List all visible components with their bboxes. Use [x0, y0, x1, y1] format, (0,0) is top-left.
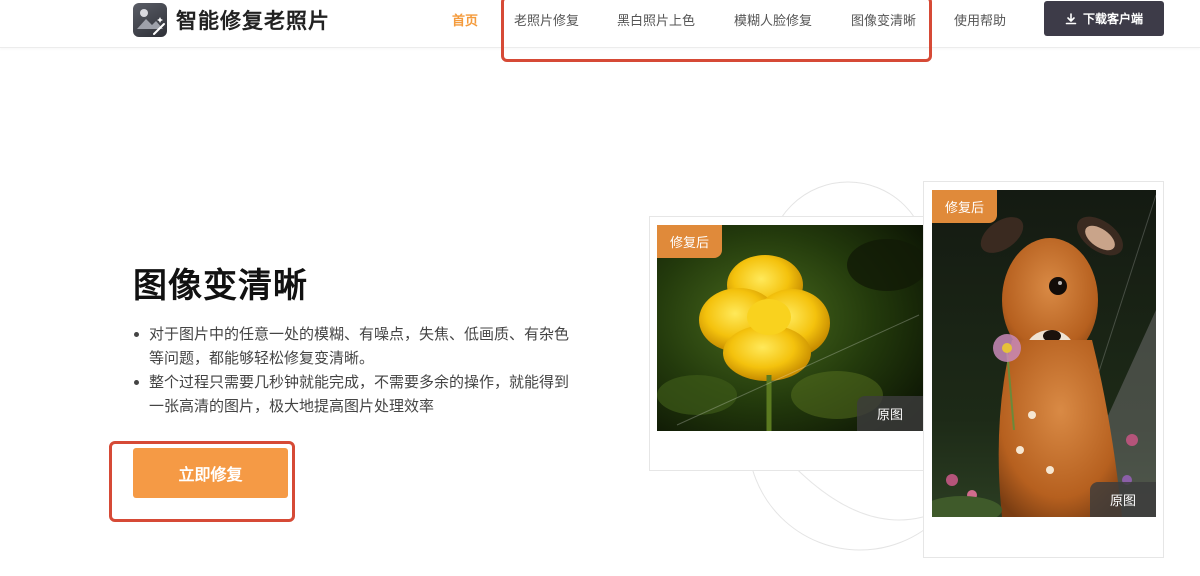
nav-bw-colorize[interactable]: 黑白照片上色: [617, 10, 695, 29]
deer-photo: 修复后 原图: [932, 190, 1156, 517]
feature-bullet: 整个过程只需要几秒钟就能完成，不需要多余的操作，就能得到一张高清的图片，极大地提…: [133, 370, 578, 418]
deer-image: [932, 190, 1156, 517]
repair-now-button[interactable]: 立即修复: [133, 448, 288, 498]
original-badge: 原图: [856, 396, 923, 431]
nav-home[interactable]: 首页: [452, 10, 478, 29]
download-icon: [1065, 12, 1077, 25]
nav-old-photo-restore[interactable]: 老照片修复: [514, 10, 579, 29]
after-repair-badge: 修复后: [932, 190, 998, 223]
nav-help[interactable]: 使用帮助: [954, 10, 1006, 29]
photo-magic-icon: [133, 3, 167, 37]
download-client-label: 下载客户端: [1082, 12, 1143, 26]
feature-bullets: 对于图片中的任意一处的模糊、有噪点，失焦、低画质、有杂色等问题，都能够轻松修复变…: [133, 322, 578, 418]
hero-title: 图像变清晰: [133, 266, 308, 306]
after-repair-badge: 修复后: [657, 225, 723, 258]
top-header: 智能修复老照片 首页 老照片修复 黑白照片上色 模糊人脸修复 图像变清晰 使用帮…: [0, 0, 1200, 48]
nav-blurry-face-restore[interactable]: 模糊人脸修复: [734, 10, 812, 29]
deer-sample-card: 修复后 原图: [923, 181, 1164, 558]
brand-name: 智能修复老照片: [176, 9, 330, 33]
nav-image-sharpen[interactable]: 图像变清晰: [851, 10, 916, 29]
flower-photo: 修复后 原图: [657, 225, 923, 431]
brand-logo[interactable]: 智能修复老照片: [133, 2, 330, 38]
feature-bullet: 对于图片中的任意一处的模糊、有噪点，失焦、低画质、有杂色等问题，都能够轻松修复变…: [133, 322, 578, 370]
flower-sample-card: 修复后 原图: [649, 216, 931, 471]
page: 智能修复老照片 首页 老照片修复 黑白照片上色 模糊人脸修复 图像变清晰 使用帮…: [0, 0, 1200, 576]
original-badge: 原图: [1089, 482, 1156, 517]
download-client-button[interactable]: 下载客户端: [1044, 1, 1164, 36]
